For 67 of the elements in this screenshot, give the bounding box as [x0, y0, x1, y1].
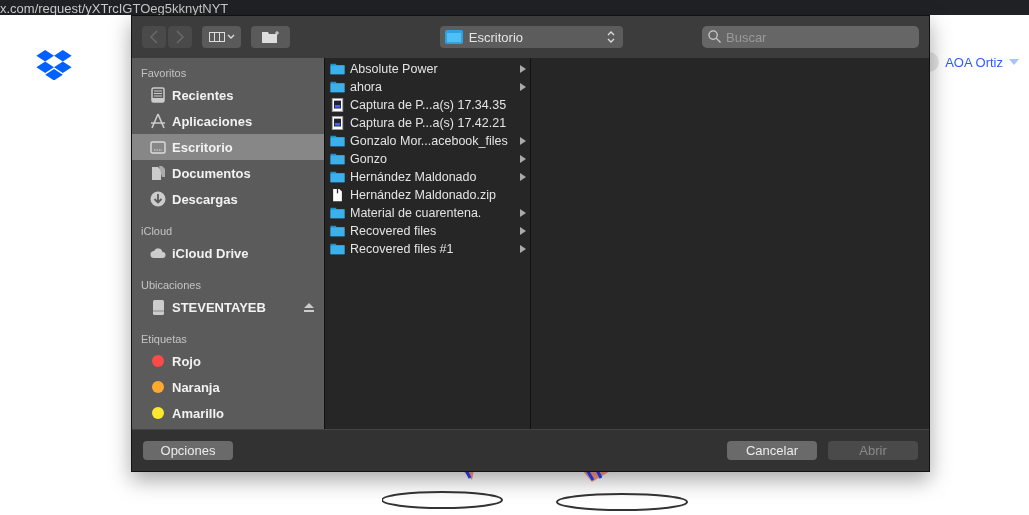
- folder-icon: [330, 152, 345, 166]
- location-dropdown[interactable]: Escritorio: [439, 26, 624, 48]
- dialog-button[interactable]: Cancelar: [727, 441, 817, 460]
- url-text[interactable]: x.com/request/yXTrcIGTOeg5kknytNYT: [0, 2, 229, 15]
- file-row[interactable]: Recovered files: [325, 222, 530, 240]
- desktop-folder-icon: [444, 30, 463, 44]
- disclosure-arrow-icon: [520, 227, 526, 235]
- section-heading: Ubicaciones: [140, 278, 202, 293]
- sidebar-item[interactable]: Rojo: [132, 348, 324, 374]
- file-row[interactable]: Hernández Maldonado.zip: [325, 186, 530, 204]
- folder-icon: [330, 242, 345, 256]
- tray-icon: [150, 87, 166, 103]
- view-button[interactable]: [202, 26, 242, 48]
- box-logo-icon[interactable]: [36, 50, 72, 80]
- disclosure-arrow-icon: [520, 65, 526, 73]
- folder-icon: [330, 134, 345, 148]
- compass-letter-icon: [150, 113, 166, 129]
- image-file-icon: [330, 98, 345, 112]
- file-row[interactable]: Absolute Power: [325, 60, 530, 78]
- sidebar-item[interactable]: Aplicaciones: [132, 108, 324, 134]
- file-row[interactable]: ahora: [325, 78, 530, 96]
- sidebar-item[interactable]: Recientes: [132, 82, 324, 108]
- disclosure-arrow-icon: [520, 209, 526, 217]
- download-icon: [150, 191, 166, 207]
- new-folder-button[interactable]: [251, 26, 291, 48]
- disclosure-arrow-icon: [520, 137, 526, 145]
- desktop-icon: [150, 139, 166, 155]
- documents-icon: [150, 165, 166, 181]
- sidebar-item[interactable]: Descargas: [132, 186, 324, 212]
- dialog-button[interactable]: Opciones: [143, 441, 233, 460]
- folder-icon: [330, 62, 345, 76]
- search-icon: [708, 30, 721, 43]
- columns-view-icon: [208, 32, 235, 42]
- chevron-left-icon: [150, 30, 158, 44]
- new-folder-icon: [261, 31, 280, 43]
- document-icon: [330, 188, 345, 202]
- user-name-link[interactable]: AOA Ortiz: [945, 54, 1003, 70]
- file-row[interactable]: Material de cuarentena.: [325, 204, 530, 222]
- sidebar-item[interactable]: Naranja: [132, 374, 324, 400]
- eject-button[interactable]: [304, 302, 314, 312]
- file-row[interactable]: Gonzo: [325, 150, 530, 168]
- folder-icon: [330, 206, 345, 220]
- cloud-icon: [150, 245, 166, 261]
- disclosure-arrow-icon: [520, 155, 526, 163]
- file-row[interactable]: Hernández Maldonado: [325, 168, 530, 186]
- chevron-right-icon: [176, 30, 184, 44]
- file-row[interactable]: Captura de P...a(s) 17.42.21: [325, 114, 530, 132]
- drive-icon: [150, 299, 166, 315]
- file-row[interactable]: Recovered files #1: [325, 240, 530, 258]
- folder-icon: [330, 170, 345, 184]
- folder-icon: [330, 80, 345, 94]
- file-row[interactable]: Captura de P...a(s) 17.34.35: [325, 96, 530, 114]
- folder-icon: [330, 224, 345, 238]
- up-down-arrows-icon: [607, 30, 616, 44]
- section-heading: Etiquetas: [140, 332, 188, 347]
- image-file-icon: [330, 116, 345, 130]
- disclosure-arrow-icon: [520, 245, 526, 253]
- sidebar-item[interactable]: STEVENTAYEB: [132, 294, 324, 320]
- section-heading: Favoritos: [140, 66, 188, 81]
- sidebar-item[interactable]: Escritorio: [132, 134, 324, 160]
- disclosure-arrow-icon: [520, 83, 526, 91]
- sidebar-item[interactable]: Documentos: [132, 160, 324, 186]
- disclosure-arrow-icon: [520, 173, 526, 181]
- sidebar-item[interactable]: iCloud Drive: [132, 240, 324, 266]
- section-heading: iCloud: [140, 224, 174, 239]
- file-row[interactable]: Gonzalo Mor...acebook_files: [325, 132, 530, 150]
- sidebar-item[interactable]: Amarillo: [132, 400, 324, 426]
